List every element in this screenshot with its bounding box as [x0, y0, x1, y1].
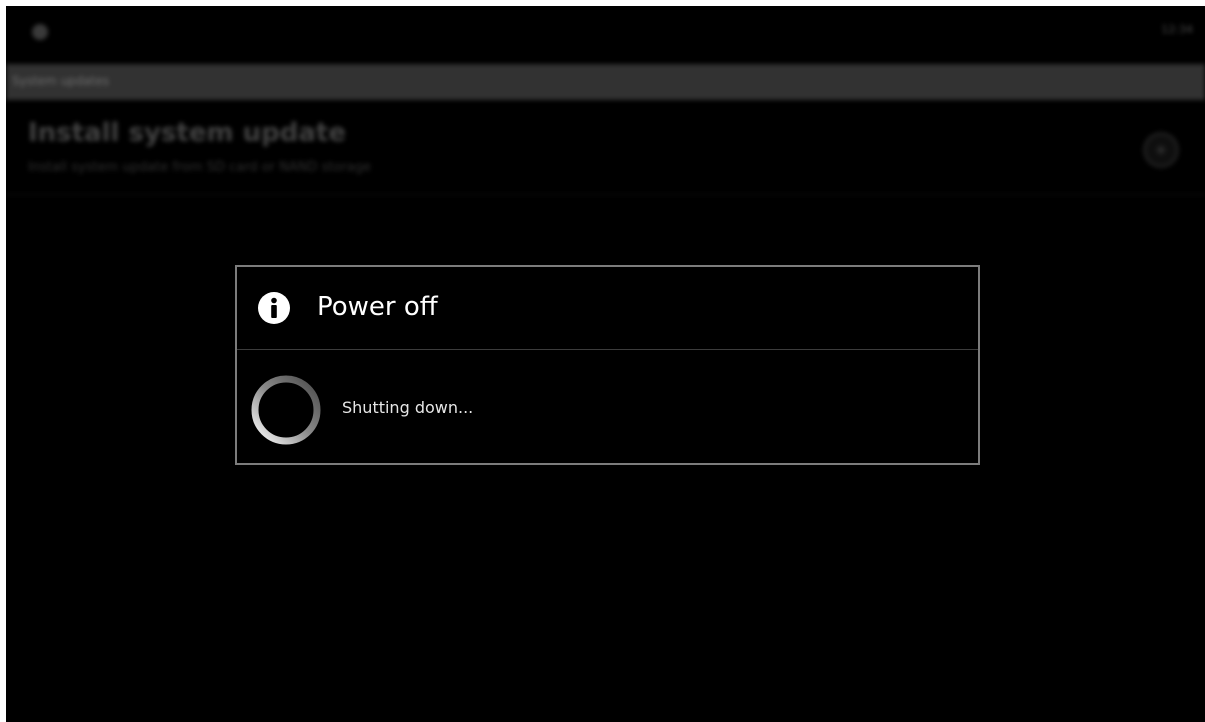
dialog-title: Power off [317, 292, 438, 322]
status-bar: 12:34 [6, 6, 1205, 58]
device-screen: 12:34 System updates Install system upda… [6, 6, 1205, 722]
dialog-body: Shutting down... [237, 350, 978, 463]
install-icon[interactable] [1143, 132, 1179, 168]
setting-title: Install system update [28, 118, 346, 148]
usb-icon [32, 24, 48, 40]
app-title-bar: System updates [6, 64, 1205, 100]
setting-summary: Install system update from SD card or NA… [28, 160, 372, 175]
status-time: 12:34 [1161, 23, 1193, 36]
power-off-dialog: Power off Shutting down... [235, 265, 980, 465]
setting-install-system-update[interactable]: Install system update Install system upd… [6, 106, 1205, 195]
info-icon [257, 291, 291, 325]
progress-spinner-icon [249, 373, 323, 447]
app-title: System updates [12, 74, 110, 88]
dialog-message: Shutting down... [342, 398, 474, 417]
dialog-header: Power off [237, 267, 978, 350]
